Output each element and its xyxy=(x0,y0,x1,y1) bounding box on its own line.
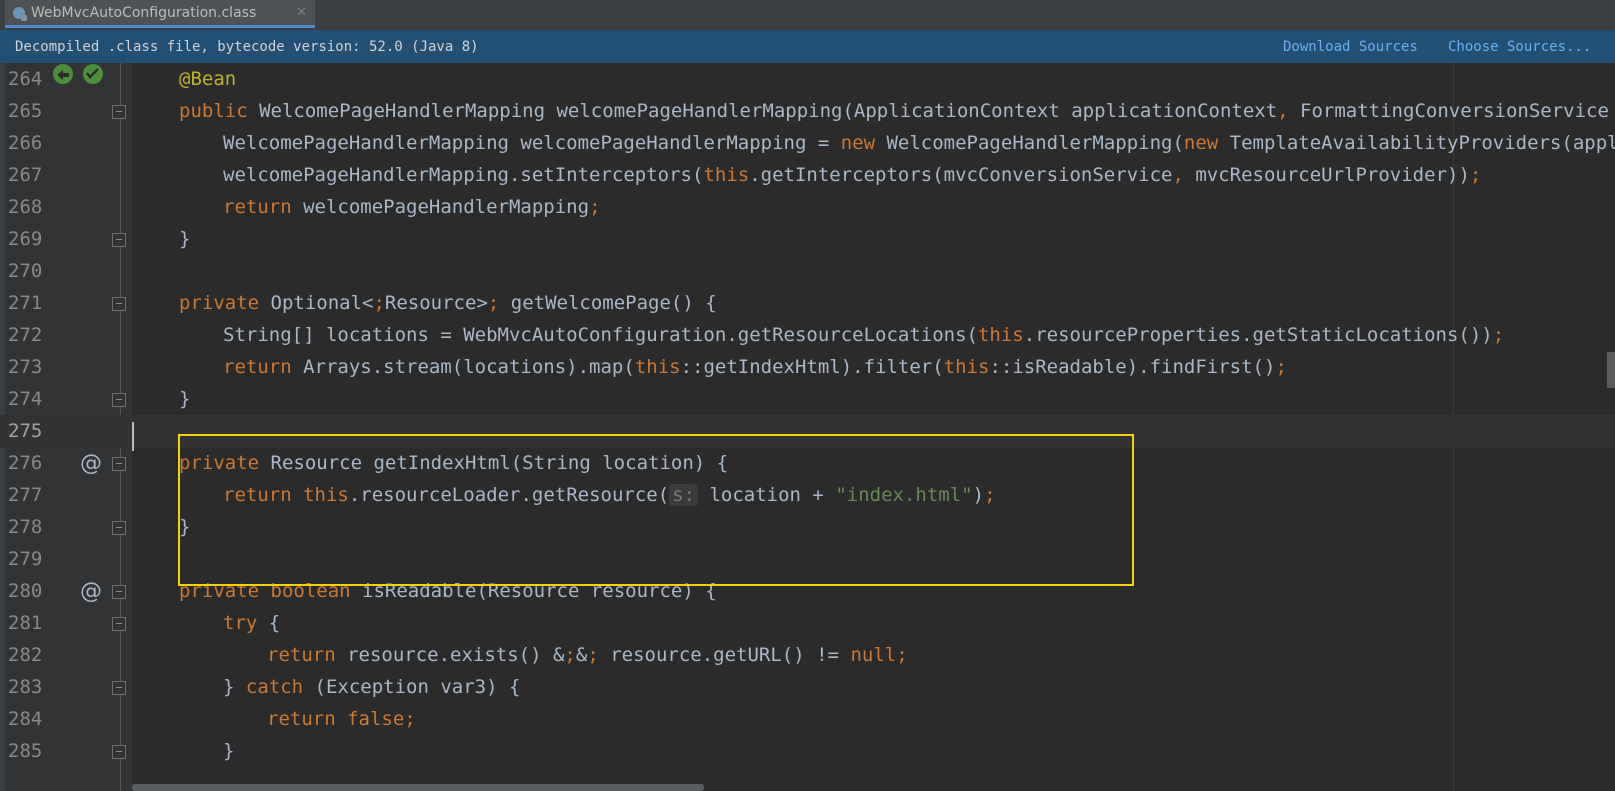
code-text: private boolean isReadable(Resource reso… xyxy=(179,580,717,602)
code-text: return Arrays.stream(locations).map(this… xyxy=(223,356,1287,378)
code-text: } xyxy=(223,740,235,762)
class-file-icon xyxy=(13,6,27,21)
code-line: 278 } xyxy=(0,511,1615,544)
code-text: welcomePageHandlerMapping.setInterceptor… xyxy=(223,164,1482,186)
code-line: 273 return Arrays.stream(locations).map(… xyxy=(0,351,1615,384)
code-line: 281 try { xyxy=(0,607,1615,640)
line-number: 265 xyxy=(8,100,43,122)
code-line: 270 xyxy=(0,255,1615,288)
line-number: 274 xyxy=(8,388,43,410)
code-line: 268 return welcomePageHandlerMapping; xyxy=(0,191,1615,224)
code-text: String[] locations = WebMvcAutoConfigura… xyxy=(223,324,1505,346)
code-line: 272 String[] locations = WebMvcAutoConfi… xyxy=(0,319,1615,352)
code-text: return resource.exists() &;&; resource.g… xyxy=(267,644,908,666)
fold-collapse-icon[interactable] xyxy=(112,105,126,119)
line-number: 273 xyxy=(8,356,43,378)
line-number: 285 xyxy=(8,740,43,762)
text-caret xyxy=(132,422,134,451)
close-icon[interactable]: ✕ xyxy=(296,5,307,20)
code-line: 284 return false; xyxy=(0,703,1615,736)
code-line: 274 } xyxy=(0,383,1615,416)
code-line: 280 @ private boolean isReadable(Resourc… xyxy=(0,575,1615,608)
code-line: 267 welcomePageHandlerMapping.setInterce… xyxy=(0,159,1615,192)
fold-end-icon[interactable] xyxy=(112,393,126,407)
decompiled-notice-banner: Decompiled .class file, bytecode version… xyxy=(0,30,1615,63)
fold-collapse-icon[interactable] xyxy=(112,617,126,631)
code-editor[interactable]: 264 @Bean 265 public WelcomePageHandlerM… xyxy=(0,63,1615,791)
code-line: 282 return resource.exists() &;&; resour… xyxy=(0,639,1615,672)
code-line: 277 return this.resourceLoader.getResour… xyxy=(0,479,1615,512)
editor-tab[interactable]: WebMvcAutoConfiguration.class ✕ xyxy=(5,0,315,28)
choose-sources-link[interactable]: Choose Sources... xyxy=(1448,39,1591,55)
line-number: 269 xyxy=(8,228,43,250)
line-number: 268 xyxy=(8,196,43,218)
line-number: 270 xyxy=(8,260,43,282)
line-number: 279 xyxy=(8,548,43,570)
line-number: 276 xyxy=(8,452,43,474)
code-line: 265 public WelcomePageHandlerMapping wel… xyxy=(0,95,1615,128)
line-number: 266 xyxy=(8,132,43,154)
bean-navigation-icon[interactable] xyxy=(52,63,106,85)
vertical-scrollbar-thumb[interactable] xyxy=(1607,352,1615,388)
line-number: 277 xyxy=(8,484,43,506)
banner-message: Decompiled .class file, bytecode version… xyxy=(15,38,479,55)
code-text: return this.resourceLoader.getResource(s… xyxy=(223,484,996,506)
code-line: 276 @ private Resource getIndexHtml(Stri… xyxy=(0,447,1615,480)
horizontal-scrollbar[interactable] xyxy=(132,784,704,791)
line-number: 282 xyxy=(8,644,43,666)
line-number: 281 xyxy=(8,612,43,634)
code-text: return welcomePageHandlerMapping; xyxy=(223,196,601,218)
line-number: 264 xyxy=(8,68,43,90)
fold-collapse-icon[interactable] xyxy=(112,585,126,599)
code-line: 266 WelcomePageHandlerMapping welcomePag… xyxy=(0,127,1615,160)
fold-end-icon[interactable] xyxy=(112,745,126,759)
code-line: 279 xyxy=(0,543,1615,576)
code-line-current: 275 xyxy=(0,415,1615,448)
download-sources-link[interactable]: Download Sources xyxy=(1283,39,1418,55)
code-line: 269 } xyxy=(0,223,1615,256)
line-number: 280 xyxy=(8,580,43,602)
line-number: 275 xyxy=(8,420,43,442)
line-number: 272 xyxy=(8,324,43,346)
code-line: 271 private Optional<;Resource>; getWelc… xyxy=(0,287,1615,320)
override-marker-icon[interactable]: @ xyxy=(80,575,102,608)
fold-collapse-icon[interactable] xyxy=(112,297,126,311)
code-text: @Bean xyxy=(179,68,237,90)
line-number: 283 xyxy=(8,676,43,698)
fold-end-icon[interactable] xyxy=(112,233,126,247)
code-text: private Optional<;Resource>; getWelcomeP… xyxy=(179,292,717,314)
code-line: 264 @Bean xyxy=(0,63,1615,96)
code-text: } catch (Exception var3) { xyxy=(223,676,521,698)
code-text: try { xyxy=(223,612,281,634)
fold-collapse-icon[interactable] xyxy=(112,681,126,695)
code-text: return false; xyxy=(267,708,416,730)
editor-tab-bar: WebMvcAutoConfiguration.class ✕ xyxy=(0,0,1615,31)
code-line: 285 } xyxy=(0,735,1615,768)
fold-collapse-icon[interactable] xyxy=(112,457,126,471)
line-number: 271 xyxy=(8,292,43,314)
code-text: } xyxy=(179,388,191,410)
code-text: } xyxy=(179,228,191,250)
code-text: WelcomePageHandlerMapping welcomePageHan… xyxy=(223,132,1615,154)
code-text: private Resource getIndexHtml(String loc… xyxy=(179,452,729,474)
line-number: 284 xyxy=(8,708,43,730)
code-line: 283 } catch (Exception var3) { xyxy=(0,671,1615,704)
line-number: 278 xyxy=(8,516,43,538)
code-text: } xyxy=(179,516,191,538)
tab-title: WebMvcAutoConfiguration.class xyxy=(31,4,257,21)
code-text: public WelcomePageHandlerMapping welcome… xyxy=(179,100,1615,122)
line-number: 267 xyxy=(8,164,43,186)
fold-end-icon[interactable] xyxy=(112,521,126,535)
override-marker-icon[interactable]: @ xyxy=(80,447,102,480)
